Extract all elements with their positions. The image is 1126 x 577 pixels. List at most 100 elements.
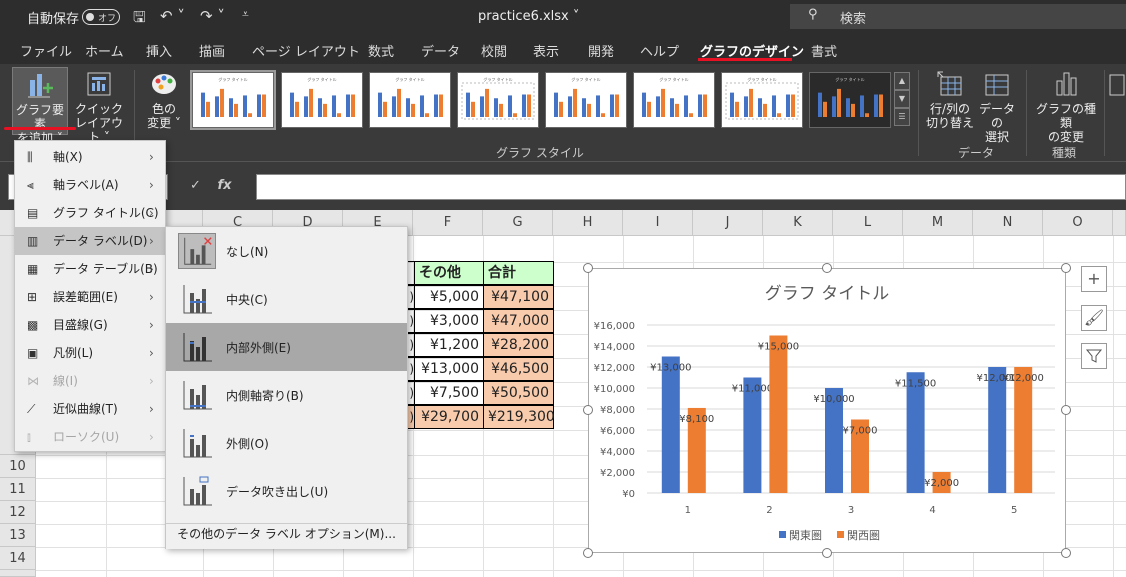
submenu-label: データ吹き出し(U) bbox=[226, 485, 329, 499]
table-header-other[interactable]: その他 bbox=[414, 261, 484, 285]
column-header-h[interactable]: H bbox=[553, 210, 623, 236]
column-header-g[interactable]: G bbox=[483, 210, 553, 236]
menu-item[interactable]: ⫼ 軸(X) › bbox=[15, 143, 165, 171]
row-header-14[interactable]: 14 bbox=[0, 547, 36, 570]
select-data-button[interactable]: データの 選択 bbox=[974, 67, 1020, 144]
style-gallery-scroll[interactable]: ▲ ▼ ☰ bbox=[894, 72, 910, 128]
chart-area[interactable]: グラフ タイトル ¥0 ¥2,000 ¥4,000 ¥6,000 ¥8,000 ¥10,00… bbox=[588, 268, 1066, 553]
chart-style-7[interactable]: グラフ タイトル bbox=[721, 72, 803, 128]
customize-qat-icon[interactable]: ⩡ bbox=[242, 7, 249, 22]
enter-icon[interactable]: ✓ bbox=[190, 178, 201, 193]
menu-item[interactable]: ▥ データ ラベル(D) › bbox=[15, 227, 165, 255]
resize-handle[interactable] bbox=[1061, 405, 1071, 415]
table-cell[interactable]: ¥7,500 bbox=[414, 381, 484, 405]
quick-layout-button[interactable]: クイック レイアウト ˅ bbox=[70, 67, 128, 144]
tab-developer[interactable]: 開発 bbox=[588, 41, 614, 60]
tab-help[interactable]: ヘルプ bbox=[640, 41, 679, 60]
chart-elements-plus-icon[interactable]: + bbox=[1081, 266, 1107, 292]
chart-style-5[interactable]: グラフ タイトル bbox=[545, 72, 627, 128]
table-cell[interactable]: ¥46,500 bbox=[483, 357, 554, 381]
menu-item[interactable]: ⫷ 軸ラベル(A) › bbox=[15, 171, 165, 199]
tab-home[interactable]: ホーム bbox=[85, 41, 124, 60]
row-header-15[interactable] bbox=[0, 570, 36, 577]
switch-row-column-button[interactable]: 行/列の 切り替え bbox=[926, 67, 974, 135]
data-label-inside-base[interactable]: 内側軸寄り(B) bbox=[166, 371, 407, 419]
data-label-none[interactable]: なし(N) bbox=[166, 227, 407, 275]
table-cell[interactable]: ¥5,000 bbox=[414, 285, 484, 309]
tab-draw[interactable]: 描画 bbox=[199, 41, 225, 60]
undo-icon[interactable]: ↶ ˅ bbox=[160, 7, 185, 25]
tab-format[interactable]: 書式 bbox=[811, 41, 837, 60]
autosave-toggle[interactable]: オフ bbox=[82, 9, 120, 25]
table-cell-total[interactable]: ¥29,700 bbox=[414, 405, 484, 429]
data-label-callout[interactable]: データ吹き出し(U) bbox=[166, 467, 407, 515]
chart-filter-icon[interactable] bbox=[1081, 343, 1107, 369]
resize-handle[interactable] bbox=[822, 263, 832, 273]
column-header-o[interactable]: O bbox=[1043, 210, 1113, 236]
tab-view[interactable]: 表示 bbox=[533, 41, 559, 60]
column-header-n[interactable]: N bbox=[973, 210, 1043, 236]
table-cell[interactable]: ¥1,200 bbox=[414, 333, 484, 357]
tab-file[interactable]: ファイル bbox=[20, 41, 72, 60]
data-label: ¥2,000 bbox=[924, 478, 959, 489]
resize-handle[interactable] bbox=[822, 548, 832, 558]
table-cell[interactable]: ¥47,000 bbox=[483, 309, 554, 333]
column-header-f[interactable]: F bbox=[413, 210, 483, 236]
chart-style-8[interactable]: グラフ タイトル bbox=[809, 72, 891, 128]
formula-input[interactable] bbox=[256, 174, 1126, 200]
data-label-outside-end[interactable]: 外側(O) bbox=[166, 419, 407, 467]
chart-style-4[interactable]: グラフ タイトル bbox=[457, 72, 539, 128]
change-chart-type-button[interactable]: グラフの種類 の変更 bbox=[1032, 67, 1100, 144]
column-header-k[interactable]: K bbox=[763, 210, 833, 236]
tab-data[interactable]: データ bbox=[421, 41, 460, 60]
row-header-12[interactable]: 12 bbox=[0, 501, 36, 524]
table-header-total[interactable]: 合計 bbox=[483, 261, 554, 285]
tab-page-layout[interactable]: ページ レイアウト bbox=[252, 41, 360, 60]
search-box[interactable]: ⚲ 検索 bbox=[790, 4, 1126, 29]
data-label-center[interactable]: 中央(C) bbox=[166, 275, 407, 323]
add-chart-element-button[interactable]: グラフ要素 を追加 ˅ bbox=[12, 67, 68, 145]
table-cell[interactable]: ¥3,000 bbox=[414, 309, 484, 333]
tab-formulas[interactable]: 数式 bbox=[368, 41, 394, 60]
column-header-p[interactable] bbox=[1113, 210, 1126, 236]
menu-item[interactable]: ▣ 凡例(L) › bbox=[15, 339, 165, 367]
column-header-m[interactable]: M bbox=[903, 210, 973, 236]
resize-handle[interactable] bbox=[583, 405, 593, 415]
table-cell[interactable]: ¥50,500 bbox=[483, 381, 554, 405]
file-name[interactable]: practice6.xlsx ˅ bbox=[478, 9, 579, 24]
redo-icon[interactable]: ↷ ˅ bbox=[200, 7, 225, 25]
tab-insert[interactable]: 挿入 bbox=[146, 41, 172, 60]
chart-style-3[interactable]: グラフ タイトル bbox=[369, 72, 451, 128]
menu-item[interactable]: ▩ 目盛線(G) › bbox=[15, 311, 165, 339]
resize-handle[interactable] bbox=[583, 548, 593, 558]
table-cell[interactable]: ¥13,000 bbox=[414, 357, 484, 381]
row-header-10[interactable]: 10 bbox=[0, 455, 36, 478]
resize-handle[interactable] bbox=[1061, 263, 1071, 273]
move-chart-button[interactable] bbox=[1108, 67, 1126, 135]
chart-style-1[interactable]: グラフ タイトル bbox=[190, 70, 276, 130]
menu-item[interactable]: ▦ データ テーブル(B) › bbox=[15, 255, 165, 283]
chart-styles-brush-icon[interactable]: 🖌 bbox=[1081, 305, 1107, 331]
data-label-inside-end[interactable]: 内部外側(E) bbox=[166, 323, 407, 371]
resize-handle[interactable] bbox=[1061, 548, 1071, 558]
save-icon[interactable]: 🖫 bbox=[133, 7, 146, 32]
table-cell[interactable]: ¥47,100 bbox=[483, 285, 554, 309]
change-colors-button[interactable]: 色の 変更 ˅ bbox=[140, 67, 188, 135]
function-icon[interactable]: fx bbox=[217, 178, 231, 193]
row-header-11[interactable]: 11 bbox=[0, 478, 36, 501]
tab-review[interactable]: 校閲 bbox=[481, 41, 507, 60]
menu-item[interactable]: ⊞ 誤差範囲(E) › bbox=[15, 283, 165, 311]
quick-layout-icon bbox=[87, 72, 111, 96]
menu-item[interactable]: ⟋ 近似曲線(T) › bbox=[15, 395, 165, 423]
more-data-label-options[interactable]: その他のデータ ラベル オプション(M)... bbox=[166, 523, 407, 549]
table-cell[interactable]: ¥28,200 bbox=[483, 333, 554, 357]
column-header-j[interactable]: J bbox=[693, 210, 763, 236]
menu-item[interactable]: ▤ グラフ タイトル(C) › bbox=[15, 199, 165, 227]
column-header-i[interactable]: I bbox=[623, 210, 693, 236]
table-cell-total[interactable]: ¥219,300 bbox=[483, 405, 555, 429]
column-header-l[interactable]: L bbox=[833, 210, 903, 236]
row-header-13[interactable]: 13 bbox=[0, 524, 36, 547]
chart-style-2[interactable]: グラフ タイトル bbox=[281, 72, 363, 128]
chart-style-6[interactable]: グラフ タイトル bbox=[633, 72, 715, 128]
resize-handle[interactable] bbox=[583, 263, 593, 273]
